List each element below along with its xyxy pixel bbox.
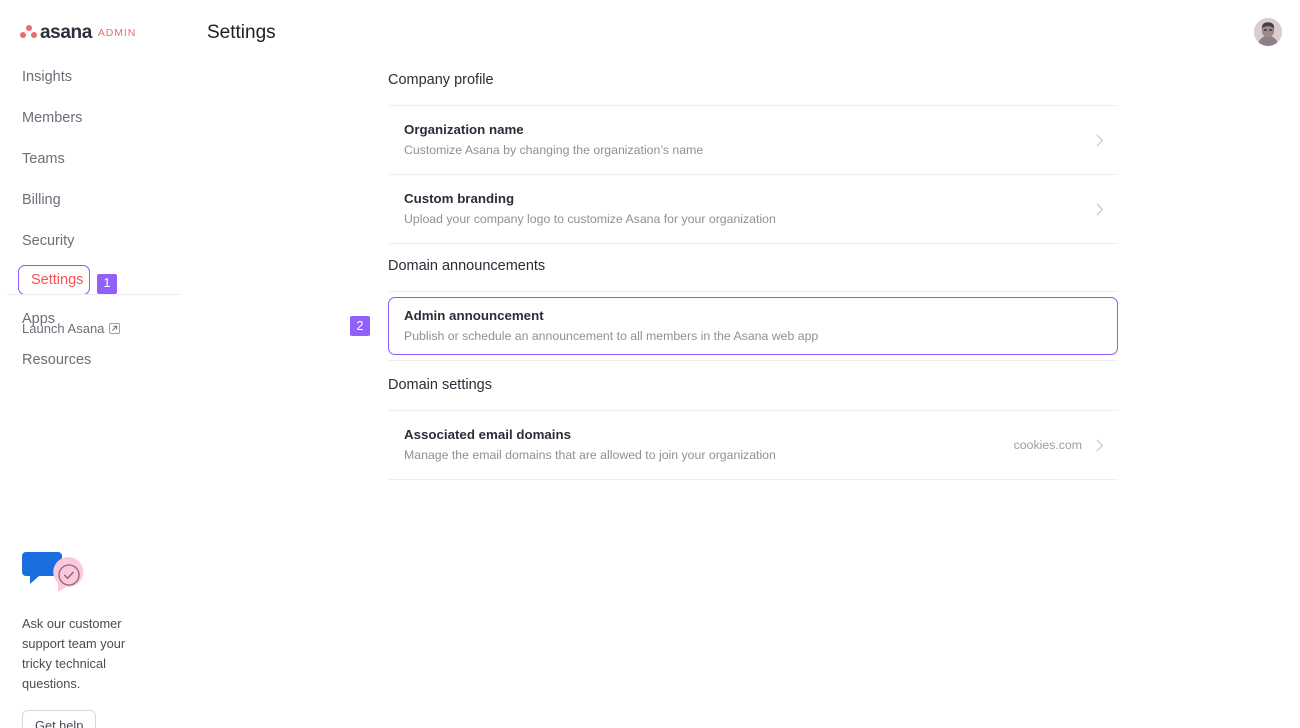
chevron-right-icon xyxy=(1096,134,1104,146)
section-title-company-profile: Company profile xyxy=(388,72,494,88)
sidebar-row-teams: Teams xyxy=(0,142,190,183)
sidebar-row-resources: Resources xyxy=(0,343,190,384)
section-title-domain-announcements: Domain announcements xyxy=(388,258,546,274)
sidebar: asana ADMIN Insights Members Teams Billi… xyxy=(0,0,190,728)
row-organization-name[interactable]: Organization name Customize Asana by cha… xyxy=(388,106,1118,174)
row-main: Admin announcement Publish or schedule a… xyxy=(404,308,1103,344)
help-text: Ask our customer support team your trick… xyxy=(22,616,126,691)
section-title-domain-settings: Domain settings xyxy=(388,377,492,393)
row-title: Custom branding xyxy=(404,191,515,206)
row-main: Custom branding Upload your company logo… xyxy=(404,191,1096,227)
external-link-icon xyxy=(109,323,121,334)
section-end-rule xyxy=(388,243,1118,244)
row-subtitle: Upload your company logo to customize As… xyxy=(404,212,776,226)
section-end-rule xyxy=(388,360,1118,361)
sidebar-row-settings: Settings 1 xyxy=(0,265,190,302)
row-main: Organization name Customize Asana by cha… xyxy=(404,122,1096,158)
sidebar-item-members[interactable]: Members xyxy=(0,101,104,135)
brand-logo-area[interactable]: asana ADMIN xyxy=(20,22,137,43)
chat-bubbles-check-icon xyxy=(22,548,88,598)
avatar[interactable] xyxy=(1254,18,1282,46)
row-main: Associated email domains Manage the emai… xyxy=(404,427,1014,463)
row-admin-announcement[interactable]: Admin announcement Publish or schedule a… xyxy=(388,297,1118,355)
step-badge-2: 2 xyxy=(350,316,370,336)
sidebar-divider xyxy=(7,294,181,295)
sidebar-item-settings[interactable]: Settings xyxy=(18,265,90,295)
admin-tag: ADMIN xyxy=(97,27,137,39)
sidebar-item-teams[interactable]: Teams xyxy=(0,142,87,176)
row-title: Associated email domains xyxy=(404,427,572,442)
asana-dots-icon xyxy=(20,24,37,39)
sidebar-item-security[interactable]: Security xyxy=(0,224,96,258)
launch-asana-label: Launch Asana xyxy=(22,321,105,336)
row-associated-email-domains[interactable]: Associated email domains Manage the emai… xyxy=(388,411,1118,479)
get-help-button[interactable]: Get help xyxy=(22,710,97,728)
asana-wordmark: asana xyxy=(40,22,92,43)
page-title: Settings xyxy=(207,22,276,43)
user-avatar-image xyxy=(1254,18,1282,46)
row-subtitle: Manage the email domains that are allowe… xyxy=(404,448,776,462)
section-company-profile: Company profile Organization name Custom… xyxy=(388,72,1118,244)
help-widget: Ask our customer support team your trick… xyxy=(22,548,162,728)
sidebar-row-insights: Insights xyxy=(0,60,190,101)
section-domain-settings: Domain settings Associated email domains… xyxy=(388,377,1118,480)
row-title: Organization name xyxy=(404,122,524,137)
sidebar-row-billing: Billing xyxy=(0,183,190,224)
row-subtitle: Publish or schedule an announcement to a… xyxy=(404,329,819,343)
section-domain-announcements: Domain announcements 2 Admin announcemen… xyxy=(350,258,1118,361)
row-wrap-admin-announcement: 2 Admin announcement Publish or schedule… xyxy=(350,297,1118,355)
launch-asana-link[interactable]: Launch Asana xyxy=(22,321,121,336)
asana-logo: asana xyxy=(20,22,92,43)
sidebar-item-billing[interactable]: Billing xyxy=(0,183,83,217)
row-title: Admin announcement xyxy=(404,308,544,323)
row-custom-branding[interactable]: Custom branding Upload your company logo… xyxy=(388,175,1118,243)
chevron-right-icon xyxy=(1096,439,1104,451)
step-badge-1: 1 xyxy=(97,273,117,294)
sidebar-row-members: Members xyxy=(0,101,190,142)
chevron-right-icon xyxy=(1096,203,1104,215)
sidebar-row-security: Security xyxy=(0,224,190,265)
section-end-rule xyxy=(388,479,1118,480)
section-rule xyxy=(388,291,1118,292)
admin-settings-page: asana ADMIN Insights Members Teams Billi… xyxy=(0,0,1300,728)
row-value-email-domain: cookies.com xyxy=(1013,438,1082,452)
row-subtitle: Customize Asana by changing the organiza… xyxy=(404,143,704,157)
sidebar-item-resources[interactable]: Resources xyxy=(0,343,113,377)
sidebar-item-insights[interactable]: Insights xyxy=(0,60,94,94)
